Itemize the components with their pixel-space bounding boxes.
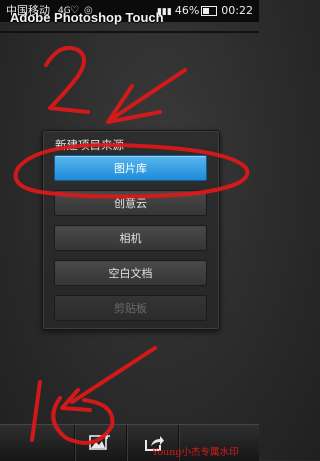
add-image-icon[interactable] xyxy=(88,431,112,455)
blank-document-button[interactable]: 空白文档 xyxy=(54,260,207,286)
toolbar-divider xyxy=(126,425,128,461)
camera-button[interactable]: 相机 xyxy=(54,225,207,251)
clipboard-button: 剪贴板 xyxy=(54,295,207,321)
toolbar-divider xyxy=(74,425,76,461)
watermark: Young小杰专属水印 xyxy=(152,447,239,458)
new-project-source-dialog: 新建项目来源 图片库 创意云 相机 空白文档 剪贴板 xyxy=(42,130,220,330)
creative-cloud-button[interactable]: 创意云 xyxy=(54,190,207,216)
title-divider xyxy=(0,31,259,33)
app-title: Adobe Photoshop Touch xyxy=(10,10,164,25)
photo-library-button[interactable]: 图片库 xyxy=(54,155,207,181)
dialog-title: 新建项目来源 xyxy=(55,138,124,152)
